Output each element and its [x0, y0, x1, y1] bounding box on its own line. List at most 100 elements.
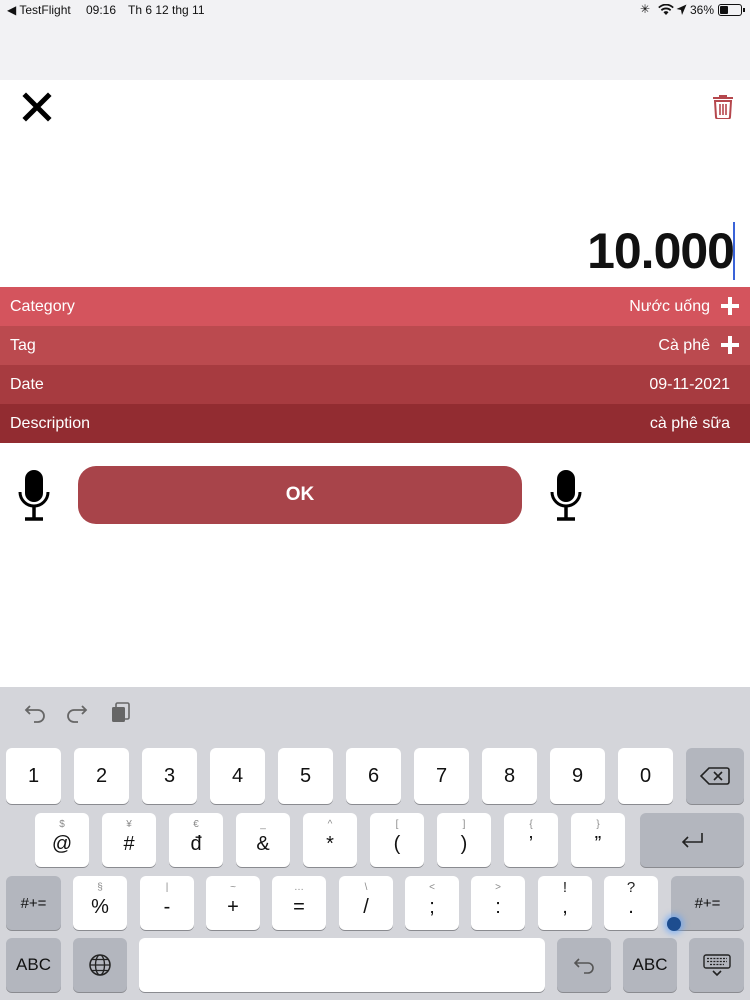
text-caret [733, 222, 735, 280]
tag-value: Cà phê [658, 336, 710, 354]
key-8[interactable]: 8 [482, 748, 537, 804]
description-row[interactable]: Description cà phê sữa [0, 404, 750, 443]
date-row[interactable]: Date 09-11-2021 [0, 365, 750, 404]
status-date: Th 6 12 thg 11 [128, 3, 205, 17]
key-colon-alt: > [495, 882, 501, 893]
key-semicolon[interactable]: <; [405, 876, 459, 930]
touch-indicator [667, 917, 681, 931]
key-percent-alt: § [97, 882, 103, 893]
key-hash[interactable]: ¥ # [102, 813, 156, 867]
key-quote-label: ” [594, 833, 602, 855]
abc-label-right: ABC [632, 955, 668, 974]
key-6[interactable]: 6 [346, 748, 401, 804]
undo-arrow-icon [573, 958, 594, 974]
key-comma-alt: ! [562, 879, 568, 896]
tag-row[interactable]: Tag Cà phê [0, 326, 750, 365]
microphone-icon-right[interactable] [550, 468, 582, 524]
on-screen-keyboard: 1 2 3 4 5 6 7 8 9 0 $ @ ¥ # € đ _ & ^ * [( ])… [0, 687, 750, 1000]
key-percent[interactable]: §% [73, 876, 127, 930]
key-0-label: 0 [639, 765, 652, 787]
key-at-label: @ [51, 833, 73, 855]
key-5[interactable]: 5 [278, 748, 333, 804]
key-slash-label: / [363, 896, 369, 918]
key-ampersand-label: & [256, 833, 270, 855]
battery-percent: 36% [690, 3, 715, 17]
key-equals-label: = [293, 896, 305, 918]
abc-key-left[interactable]: ABC [6, 938, 61, 992]
key-period[interactable]: ?. [604, 876, 658, 930]
ok-button[interactable]: OK [78, 466, 522, 524]
key-percent-label: % [91, 896, 109, 918]
redo-icon[interactable] [66, 701, 88, 723]
key-slash[interactable]: \ / [339, 876, 393, 930]
close-icon[interactable] [22, 92, 52, 122]
key-2[interactable]: 2 [74, 748, 129, 804]
key-period-alt: ? [626, 879, 636, 896]
key-close-paren[interactable]: ]) [437, 813, 491, 867]
keyboard-toolbar [0, 687, 750, 737]
add-tag-icon[interactable] [720, 335, 740, 355]
undo-key[interactable] [557, 938, 611, 992]
globe-key[interactable] [73, 938, 127, 992]
symbols-shift-key-left[interactable]: #+= [6, 876, 61, 930]
key-colon[interactable]: >: [471, 876, 525, 930]
key-open-paren-label: ( [393, 833, 401, 855]
undo-icon[interactable] [24, 701, 46, 723]
paste-icon[interactable] [110, 701, 132, 723]
symbols-shift-key-right[interactable]: #+= [671, 876, 744, 930]
key-ampersand-alt: _ [260, 819, 266, 830]
amount-input[interactable]: 10.000 [587, 222, 735, 280]
key-apostrophe-label: ’ [528, 833, 534, 855]
key-minus[interactable]: | - [140, 876, 194, 930]
backspace-key[interactable] [686, 748, 744, 804]
dismiss-keyboard-key[interactable] [689, 938, 744, 992]
key-4[interactable]: 4 [210, 748, 265, 804]
key-semicolon-alt: < [429, 882, 435, 893]
key-0[interactable]: 0 [618, 748, 673, 804]
symbols-shift-label-left: #+= [20, 894, 47, 912]
back-app-link[interactable]: ◀ TestFlight [7, 3, 71, 17]
key-asterisk-alt: ^ [327, 819, 333, 830]
key-open-paren-alt: [ [395, 819, 399, 830]
category-row[interactable]: Category Nước uống [0, 287, 750, 326]
trash-icon[interactable] [711, 93, 735, 119]
key-dong[interactable]: € đ [169, 813, 223, 867]
key-apostrophe[interactable]: {’ [504, 813, 558, 867]
location-icon [676, 4, 687, 15]
key-quote[interactable]: }” [571, 813, 625, 867]
symbols-shift-label-right: #+= [694, 894, 721, 912]
key-plus-label: + [227, 896, 239, 918]
key-open-paren[interactable]: [( [370, 813, 424, 867]
key-hash-label: # [123, 833, 135, 855]
return-key[interactable] [640, 813, 744, 867]
key-asterisk[interactable]: ^ * [303, 813, 357, 867]
microphone-icon[interactable] [18, 468, 50, 524]
space-bar[interactable] [139, 938, 545, 992]
key-at[interactable]: $ @ [35, 813, 89, 867]
category-value: Nước uống [629, 297, 710, 315]
key-9[interactable]: 9 [550, 748, 605, 804]
key-comma-label: , [562, 896, 568, 918]
key-1[interactable]: 1 [6, 748, 61, 804]
key-7-label: 7 [435, 765, 448, 787]
key-dong-label: đ [190, 833, 202, 855]
abc-key-right[interactable]: ABC [623, 938, 677, 992]
key-3-label: 3 [163, 765, 176, 787]
key-7[interactable]: 7 [414, 748, 469, 804]
key-6-label: 6 [367, 765, 380, 787]
key-quote-alt: } [596, 819, 600, 830]
key-period-label: . [628, 896, 634, 918]
add-category-icon[interactable] [720, 296, 740, 316]
key-equals[interactable]: … = [272, 876, 326, 930]
key-3[interactable]: 3 [142, 748, 197, 804]
key-at-alt: $ [59, 819, 65, 830]
key-plus[interactable]: ~ + [206, 876, 260, 930]
loading-icon: ✳ [640, 2, 651, 16]
key-1-label: 1 [27, 765, 40, 787]
key-comma[interactable]: !, [538, 876, 592, 930]
key-4-label: 4 [231, 765, 244, 787]
key-asterisk-label: * [326, 833, 334, 855]
return-icon [681, 833, 703, 848]
tag-label: Tag [10, 336, 36, 354]
key-ampersand[interactable]: _ & [236, 813, 290, 867]
